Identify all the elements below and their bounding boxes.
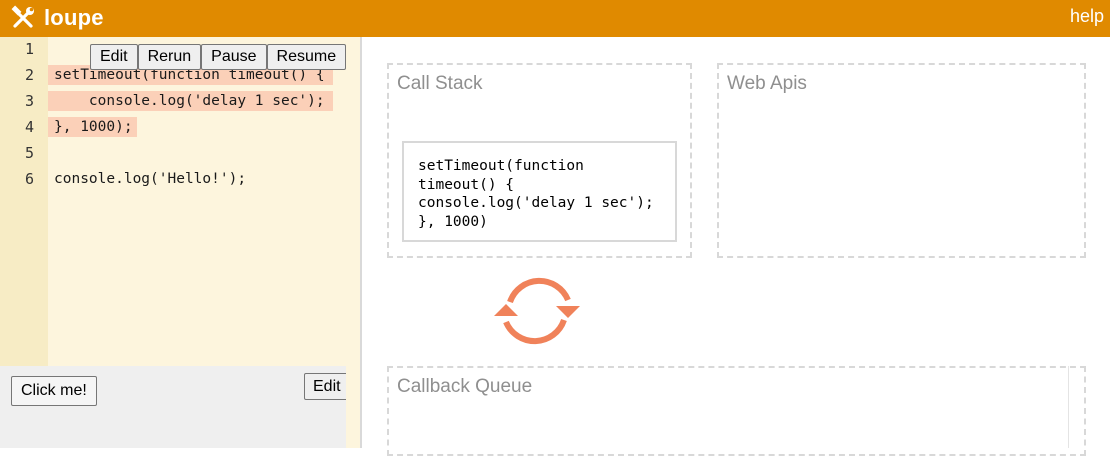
line-number: 2 <box>24 66 34 84</box>
click-me-button[interactable]: Click me! <box>11 376 97 406</box>
refresh-cycle-icon <box>494 277 580 345</box>
editor-toolbar: Edit Rerun Pause Resume <box>90 44 347 70</box>
panel-divider[interactable] <box>360 37 362 448</box>
html-preview: Click me! Edit <box>0 366 350 448</box>
code-editor[interactable]: 1 2 3 4 5 6 setTimeout(function timeout(… <box>0 37 360 366</box>
app-header: loupe help <box>0 0 1110 37</box>
line-number: 3 <box>24 92 34 110</box>
call-stack-frame: setTimeout(function timeout() { console.… <box>402 141 677 242</box>
line-number: 4 <box>24 118 34 136</box>
line-number: 1 <box>24 40 34 58</box>
pause-button[interactable]: Pause <box>201 44 267 70</box>
line-number: 5 <box>24 144 34 162</box>
call-stack-title: Call Stack <box>397 73 483 94</box>
app-name: loupe <box>44 5 104 30</box>
preview-edit-button[interactable]: Edit <box>304 373 350 400</box>
edit-button[interactable]: Edit <box>90 44 138 70</box>
preview-gutter <box>346 366 360 448</box>
code-line[interactable]: console.log('Hello!'); <box>48 169 246 189</box>
hammer-wrench-icon <box>11 5 34 28</box>
callback-queue-title: Callback Queue <box>397 376 533 397</box>
callback-queue-scrollbar[interactable] <box>1068 366 1086 448</box>
rerun-button[interactable]: Rerun <box>137 44 202 70</box>
resume-button[interactable]: Resume <box>266 44 347 70</box>
code-line[interactable]: }, 1000); <box>48 117 137 137</box>
help-link[interactable]: help <box>1070 6 1104 27</box>
line-gutter <box>0 37 48 366</box>
line-number: 6 <box>24 170 34 188</box>
callback-queue-panel: Callback Queue <box>387 366 1086 456</box>
web-apis-panel: Web Apis <box>717 63 1086 258</box>
logo[interactable]: loupe <box>10 4 104 32</box>
code-line[interactable]: console.log('delay 1 sec'); <box>48 91 333 111</box>
web-apis-title: Web Apis <box>727 73 807 94</box>
